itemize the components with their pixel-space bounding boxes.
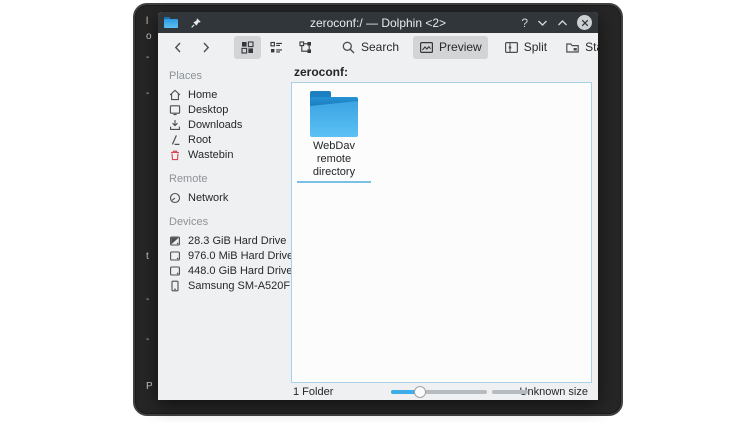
sidebar-item-root[interactable]: Root xyxy=(158,132,291,147)
trash-icon xyxy=(169,149,181,161)
search-button[interactable]: Search xyxy=(335,36,405,59)
sidebar-item-label: Desktop xyxy=(188,104,228,116)
sidebar-item-wastebin[interactable]: Wastebin xyxy=(158,147,291,162)
folder-icon xyxy=(310,91,358,137)
backdrop-text-fragment: - xyxy=(146,89,149,99)
close-icon xyxy=(581,19,589,27)
sidebar-item-desktop[interactable]: Desktop xyxy=(158,102,291,117)
split-label: Split xyxy=(524,40,547,54)
help-button[interactable]: ? xyxy=(521,17,528,29)
maximize-button[interactable] xyxy=(557,19,568,27)
section-header-places: Places xyxy=(158,66,291,87)
sidebar-item-label: 448.0 GiB Hard Drive xyxy=(188,265,291,277)
pin-icon[interactable] xyxy=(190,17,202,29)
statusbar: 1 Folder Unknown size xyxy=(291,383,598,400)
dolphin-window: zeroconf:/ — Dolphin <2> ? xyxy=(158,12,598,400)
details-view-icon xyxy=(298,40,313,55)
file-item-webdav[interactable]: WebDav remote directory xyxy=(297,91,371,183)
preview-icon xyxy=(419,40,434,55)
status-size: Unknown size xyxy=(520,386,588,398)
sidebar-item-label: Downloads xyxy=(188,119,242,131)
network-icon xyxy=(169,192,181,204)
sidebar-item-label: Root xyxy=(188,134,211,146)
preview-label: Preview xyxy=(439,40,482,54)
file-item-underline xyxy=(297,181,371,183)
sidebar-item-drive-3[interactable]: 448.0 GiB Hard Drive xyxy=(158,263,291,278)
minimize-button[interactable] xyxy=(537,19,548,27)
sidebar-item-drive-2[interactable]: 976.0 MiB Hard Drive xyxy=(158,248,291,263)
forward-button[interactable] xyxy=(193,36,218,59)
search-icon xyxy=(341,40,356,55)
split-icon xyxy=(504,40,519,55)
desktop-icon xyxy=(169,104,181,116)
location-bar[interactable]: zeroconf: xyxy=(291,61,598,82)
sidebar-item-phone[interactable]: Samsung SM-A520F xyxy=(158,278,291,293)
section-header-remote: Remote xyxy=(158,169,291,190)
sidebar-item-label: 976.0 MiB Hard Drive xyxy=(188,250,291,262)
zoom-slider[interactable] xyxy=(391,390,487,394)
hard-drive-icon xyxy=(169,265,181,277)
sidebar-item-downloads[interactable]: Downloads xyxy=(158,117,291,132)
preview-button[interactable]: Preview xyxy=(413,36,488,59)
details-view-button[interactable] xyxy=(292,36,319,59)
chevron-left-icon xyxy=(171,40,186,55)
backdrop-text-fragment: l xyxy=(146,17,148,27)
home-icon xyxy=(169,89,181,101)
zoom-slider-handle[interactable] xyxy=(414,386,426,398)
stash-label: Stash xyxy=(585,40,598,54)
sidebar-item-label: Home xyxy=(188,89,217,101)
icons-view-icon xyxy=(240,40,255,55)
hard-drive-icon xyxy=(169,235,181,247)
backdrop-text-fragment: P xyxy=(146,382,153,392)
sidebar-item-label: Network xyxy=(188,192,228,204)
root-icon xyxy=(169,134,181,146)
icons-view-button[interactable] xyxy=(234,36,261,59)
titlebar[interactable]: zeroconf:/ — Dolphin <2> ? xyxy=(158,12,598,33)
split-button[interactable]: Split xyxy=(498,36,553,59)
sidebar-item-label: Samsung SM-A520F xyxy=(188,280,290,292)
sidebar-item-label: 28.3 GiB Hard Drive xyxy=(188,235,286,247)
search-label: Search xyxy=(361,40,399,54)
backdrop-text-fragment: t xyxy=(146,252,149,262)
capacity-bar xyxy=(492,390,528,394)
folder-view[interactable]: WebDav remote directory xyxy=(291,82,592,383)
stash-icon xyxy=(565,40,580,55)
status-folder-count: 1 Folder xyxy=(293,386,333,398)
compact-view-button[interactable] xyxy=(263,36,290,59)
section-header-devices: Devices xyxy=(158,212,291,233)
download-icon xyxy=(169,119,181,131)
file-item-label: WebDav remote directory xyxy=(297,140,371,179)
toolbar: Search Preview Split xyxy=(158,33,598,61)
sidebar-item-drive-1[interactable]: 28.3 GiB Hard Drive xyxy=(158,233,291,248)
backdrop-text-fragment: - xyxy=(146,295,149,305)
hard-drive-icon xyxy=(169,250,181,262)
back-button[interactable] xyxy=(166,36,191,59)
close-button[interactable] xyxy=(577,15,592,30)
backdrop-text-fragment: - xyxy=(146,335,149,345)
places-panel: Places Home Desktop xyxy=(158,61,291,400)
sidebar-item-home[interactable]: Home xyxy=(158,87,291,102)
sidebar-item-network[interactable]: Network xyxy=(158,190,291,205)
stash-button[interactable]: Stash xyxy=(559,36,598,59)
breadcrumb[interactable]: zeroconf: xyxy=(294,65,348,79)
smartphone-icon xyxy=(169,280,181,292)
sidebar-item-label: Wastebin xyxy=(188,149,233,161)
chevron-right-icon xyxy=(198,40,213,55)
backdrop-text-fragment: - xyxy=(146,53,149,63)
screen: l o - - t - - P zeroconf:/ — Dolphin <2>… xyxy=(0,0,752,423)
dolphin-app-icon[interactable] xyxy=(164,17,178,28)
compact-view-icon xyxy=(269,40,284,55)
backdrop-text-fragment: o xyxy=(146,32,152,42)
